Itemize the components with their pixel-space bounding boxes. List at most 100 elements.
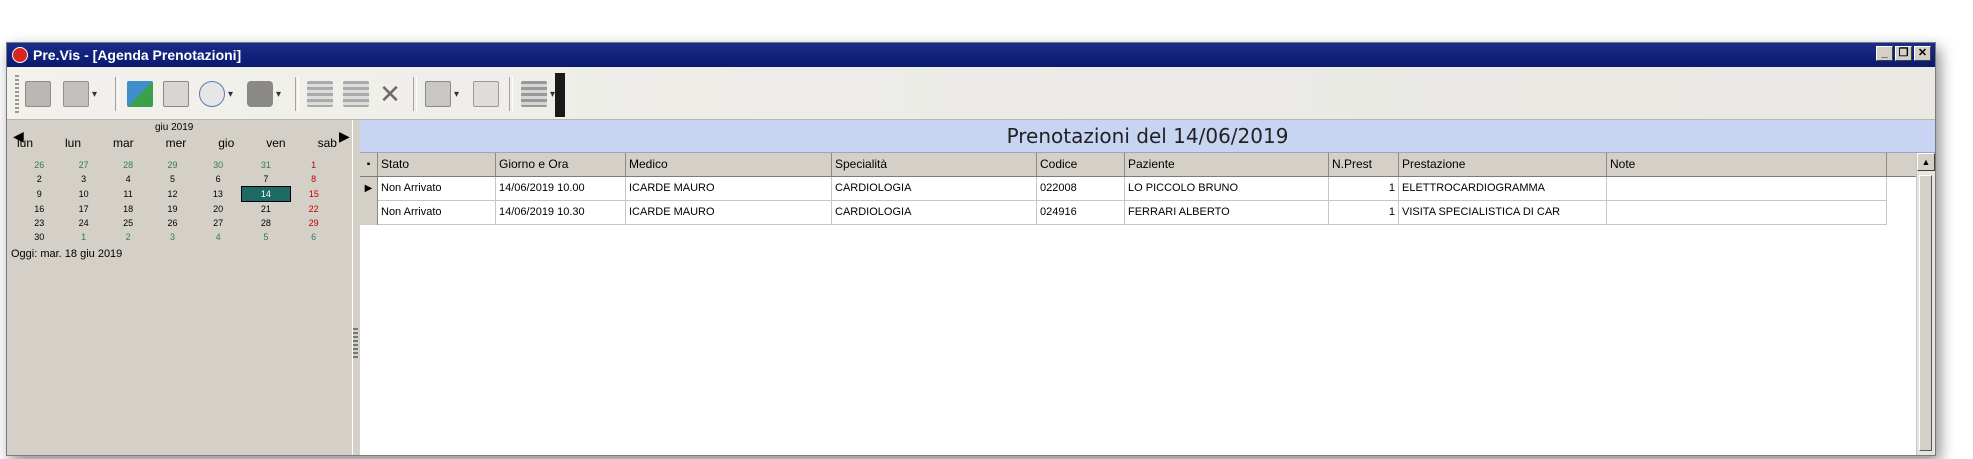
calendar-day[interactable]: 22 — [290, 202, 337, 217]
chevron-down-icon[interactable]: ▾ — [454, 89, 459, 100]
calendar-day[interactable]: 13 — [195, 187, 242, 202]
calendar-day[interactable]: 29 — [150, 158, 194, 172]
calendar-day[interactable]: 14 — [240, 186, 291, 202]
minimize-button[interactable]: _ — [1876, 46, 1893, 61]
calendar-day[interactable]: 9 — [17, 187, 61, 202]
calendar-day[interactable]: 3 — [150, 230, 194, 244]
print-preview-icon[interactable] — [199, 81, 225, 107]
cell-n-prest[interactable]: 1 — [1329, 201, 1399, 225]
calendar-day[interactable]: 4 — [195, 230, 242, 244]
cell-codice[interactable]: 022008 — [1037, 177, 1125, 201]
column-codice[interactable]: Codice — [1037, 153, 1125, 176]
column-note[interactable]: Note — [1607, 153, 1887, 176]
scroll-thumb[interactable] — [1919, 175, 1932, 451]
calendar-day[interactable]: 28 — [106, 158, 150, 172]
chevron-down-icon[interactable]: ▾ — [92, 89, 97, 100]
column-stato[interactable]: Stato — [378, 153, 496, 176]
calendar-day[interactable]: 27 — [195, 216, 242, 230]
cell-giorno-ora[interactable]: 14/06/2019 10.00 — [496, 177, 626, 201]
today-label[interactable]: Oggi: mar. 18 giu 2019 — [11, 248, 122, 260]
next-month-icon[interactable]: ▶ — [339, 128, 350, 145]
column-n-prest[interactable]: N.Prest — [1329, 153, 1399, 176]
forward-icon[interactable] — [521, 81, 547, 107]
printer-icon[interactable] — [247, 81, 273, 107]
calendar-day[interactable]: 11 — [106, 187, 150, 202]
calendar-day[interactable]: 10 — [61, 187, 105, 202]
cell-medico[interactable]: ICARDE MAURO — [626, 177, 832, 201]
cell-specialita[interactable]: CARDIOLOGIA — [832, 177, 1037, 201]
column-medico[interactable]: Medico — [626, 153, 832, 176]
cell-stato[interactable]: Non Arrivato — [378, 177, 496, 201]
export-icon[interactable] — [127, 81, 153, 107]
calendar-day[interactable]: 17 — [61, 202, 105, 217]
column-paziente[interactable]: Paziente — [1125, 153, 1329, 176]
table-row[interactable]: Non Arrivato 14/06/2019 10.30 ICARDE MAU… — [360, 201, 1917, 225]
calendar-day[interactable]: 6 — [195, 172, 242, 187]
calendar-day[interactable]: 16 — [17, 202, 61, 217]
calendar-day[interactable]: 5 — [150, 172, 194, 187]
calendar-day[interactable]: 7 — [241, 172, 290, 187]
chevron-down-icon[interactable]: ▾ — [228, 89, 233, 100]
calendar-day[interactable]: 8 — [290, 172, 337, 187]
calendar-day[interactable]: 19 — [150, 202, 194, 217]
column-specialita[interactable]: Specialità — [832, 153, 1037, 176]
toolbar-grip[interactable] — [15, 75, 19, 113]
delete-icon[interactable]: ✕ — [377, 81, 403, 107]
cell-prestazione[interactable]: ELETTROCARDIOGRAMMA — [1399, 177, 1607, 201]
column-prestazione[interactable]: Prestazione — [1399, 153, 1607, 176]
calendar-day[interactable]: 24 — [61, 216, 105, 230]
calendar-day[interactable]: 2 — [17, 172, 61, 187]
cell-note[interactable] — [1607, 201, 1887, 225]
title-bar[interactable]: Pre.Vis - [Agenda Prenotazioni] _ ❐ ✕ — [7, 43, 1935, 67]
calendar-day[interactable]: 23 — [17, 216, 61, 230]
calendar-day[interactable]: 15 — [290, 187, 337, 202]
cell-codice[interactable]: 024916 — [1037, 201, 1125, 225]
calendar-day[interactable]: 25 — [106, 216, 150, 230]
calendar-day[interactable]: 29 — [290, 216, 337, 230]
calendar-day[interactable]: 27 — [61, 158, 105, 172]
toolbar-overflow[interactable] — [555, 73, 565, 117]
header-indicator[interactable]: ▪ — [360, 153, 378, 176]
cell-note[interactable] — [1607, 177, 1887, 201]
cell-paziente[interactable]: LO PICCOLO BRUNO — [1125, 177, 1329, 201]
grid-add-icon[interactable] — [307, 81, 333, 107]
splitter-grip[interactable] — [353, 328, 358, 358]
table-row[interactable]: ▶ Non Arrivato 14/06/2019 10.00 ICARDE M… — [360, 177, 1917, 201]
calendar-day[interactable]: 12 — [150, 187, 194, 202]
calendar-day[interactable]: 28 — [241, 216, 290, 230]
cell-medico[interactable]: ICARDE MAURO — [626, 201, 832, 225]
cell-paziente[interactable]: FERRARI ALBERTO — [1125, 201, 1329, 225]
chevron-down-icon[interactable]: ▾ — [276, 89, 281, 100]
calendar-day[interactable]: 30 — [17, 230, 61, 244]
record-icon[interactable] — [25, 81, 51, 107]
calendar-day[interactable]: 5 — [241, 230, 290, 244]
cell-specialita[interactable]: CARDIOLOGIA — [832, 201, 1037, 225]
document-icon[interactable] — [163, 81, 189, 107]
vertical-scrollbar[interactable]: ▲ — [1916, 153, 1935, 455]
calendar-day[interactable]: 1 — [290, 158, 337, 172]
calendar-day[interactable]: 26 — [17, 158, 61, 172]
cell-n-prest[interactable]: 1 — [1329, 177, 1399, 201]
scroll-up-icon[interactable]: ▲ — [1917, 153, 1935, 171]
calendar-day[interactable]: 3 — [61, 172, 105, 187]
close-button[interactable]: ✕ — [1914, 46, 1931, 61]
calendar-day[interactable]: 18 — [106, 202, 150, 217]
edit-record-icon[interactable] — [63, 81, 89, 107]
calendar-day[interactable]: 21 — [241, 202, 290, 217]
calendar-day[interactable]: 2 — [106, 230, 150, 244]
cell-giorno-ora[interactable]: 14/06/2019 10.30 — [496, 201, 626, 225]
copy-icon[interactable] — [425, 81, 451, 107]
calendar-day[interactable]: 6 — [290, 230, 337, 244]
column-giorno-ora[interactable]: Giorno e Ora — [496, 153, 626, 176]
grid-edit-icon[interactable] — [343, 81, 369, 107]
calendar-month[interactable]: giu 2019 — [155, 122, 193, 133]
calendar-day[interactable]: 31 — [241, 158, 290, 172]
calendar-day[interactable]: 20 — [195, 202, 242, 217]
restore-button[interactable]: ❐ — [1895, 46, 1912, 61]
clear-icon[interactable] — [473, 81, 499, 107]
cell-stato[interactable]: Non Arrivato — [378, 201, 496, 225]
calendar-day[interactable]: 4 — [106, 172, 150, 187]
calendar-day[interactable]: 26 — [150, 216, 194, 230]
cell-prestazione[interactable]: VISITA SPECIALISTICA DI CAR — [1399, 201, 1607, 225]
calendar-day[interactable]: 1 — [61, 230, 105, 244]
